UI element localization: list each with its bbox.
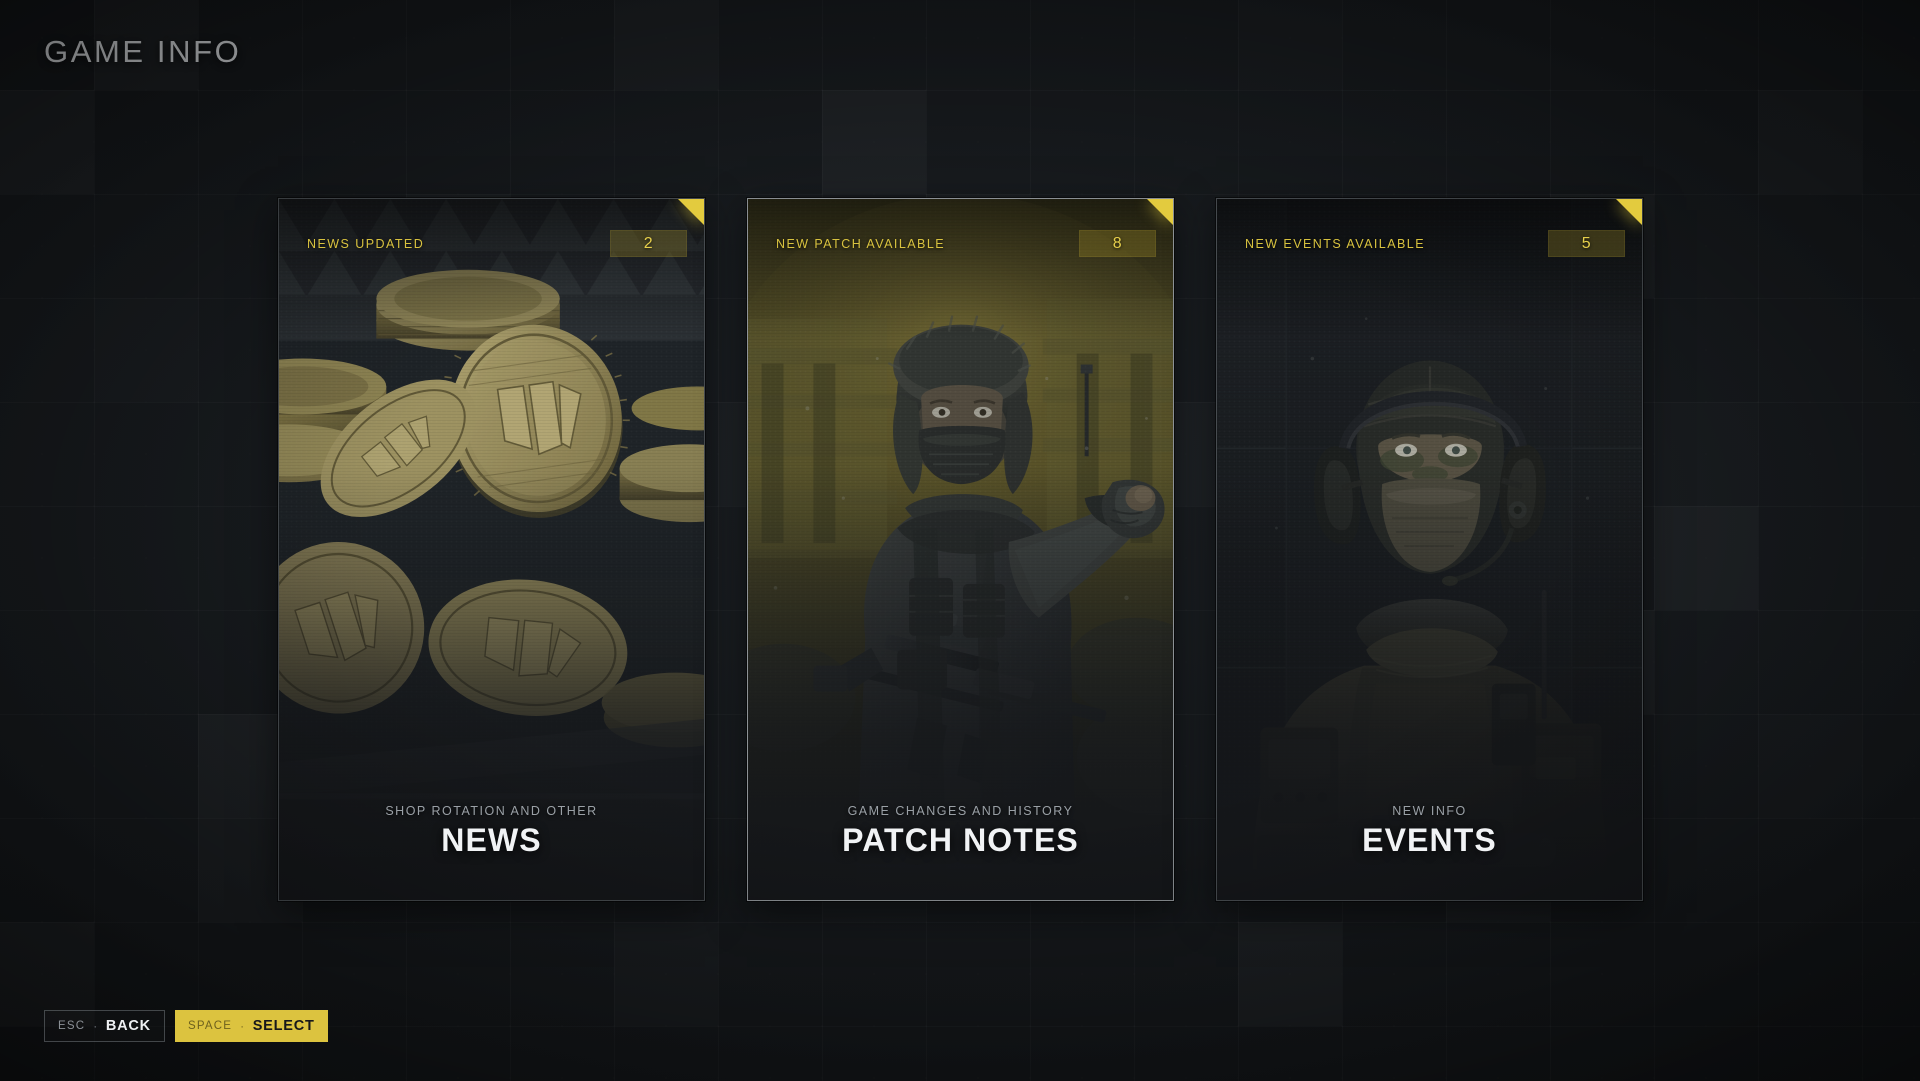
hint-key-label: ESC xyxy=(58,1020,86,1032)
card-art-gold-coins xyxy=(279,199,704,900)
card-footer: SHOP ROTATION AND OTHER NEWS xyxy=(279,804,704,857)
card-badge-row: NEW PATCH AVAILABLE 8 xyxy=(748,230,1173,257)
card-subtitle: SHOP ROTATION AND OTHER xyxy=(385,803,598,818)
card-title: PATCH NOTES xyxy=(842,821,1079,858)
card-subtitle: NEW INFO xyxy=(1392,803,1467,818)
card-events[interactable]: NEW EVENTS AVAILABLE 5 NEW INFO EVENTS xyxy=(1216,198,1643,901)
card-footer: NEW INFO EVENTS xyxy=(1217,804,1642,857)
card-art-soldier-headset xyxy=(1217,199,1642,900)
card-badge-label: NEW EVENTS AVAILABLE xyxy=(1245,236,1425,251)
hint-separator: · xyxy=(93,1019,98,1033)
corner-flag-icon xyxy=(1147,199,1173,225)
card-badge-row: NEWS UPDATED 2 xyxy=(279,230,704,257)
card-art-soldier-ushanka xyxy=(748,199,1173,900)
hint-key-label: SPACE xyxy=(187,1020,233,1032)
hint-back-button[interactable]: ESC · BACK xyxy=(44,1010,165,1042)
card-row: NEWS UPDATED 2 SHOP ROTATION AND OTHER N… xyxy=(278,198,1643,901)
game-info-screen: GAME INFO NEWS UPDATED 2 SHOP ROTATION A… xyxy=(0,0,1920,1081)
card-patch-notes[interactable]: NEW PATCH AVAILABLE 8 GAME CHANGES AND H… xyxy=(747,198,1174,901)
key-hint-bar: ESC · BACK SPACE · SELECT xyxy=(44,1010,328,1042)
card-title: NEWS xyxy=(441,821,542,858)
card-badge-count: 8 xyxy=(1079,230,1156,257)
card-news[interactable]: NEWS UPDATED 2 SHOP ROTATION AND OTHER N… xyxy=(278,198,705,901)
card-footer: GAME CHANGES AND HISTORY PATCH NOTES xyxy=(748,804,1173,857)
hint-action-label: SELECT xyxy=(252,1018,315,1034)
card-subtitle: GAME CHANGES AND HISTORY xyxy=(847,803,1074,818)
hint-action-label: BACK xyxy=(105,1018,151,1034)
card-title: EVENTS xyxy=(1362,821,1497,858)
corner-flag-icon xyxy=(1616,199,1642,225)
hint-separator: · xyxy=(240,1019,245,1033)
card-badge-row: NEW EVENTS AVAILABLE 5 xyxy=(1217,230,1642,257)
card-badge-label: NEW PATCH AVAILABLE xyxy=(776,236,946,251)
hint-select-button[interactable]: SPACE · SELECT xyxy=(174,1010,328,1042)
card-badge-label: NEWS UPDATED xyxy=(307,236,425,251)
page-title: GAME INFO xyxy=(44,34,242,69)
card-badge-count: 2 xyxy=(610,230,687,257)
card-badge-count: 5 xyxy=(1548,230,1625,257)
corner-flag-icon xyxy=(678,199,704,225)
